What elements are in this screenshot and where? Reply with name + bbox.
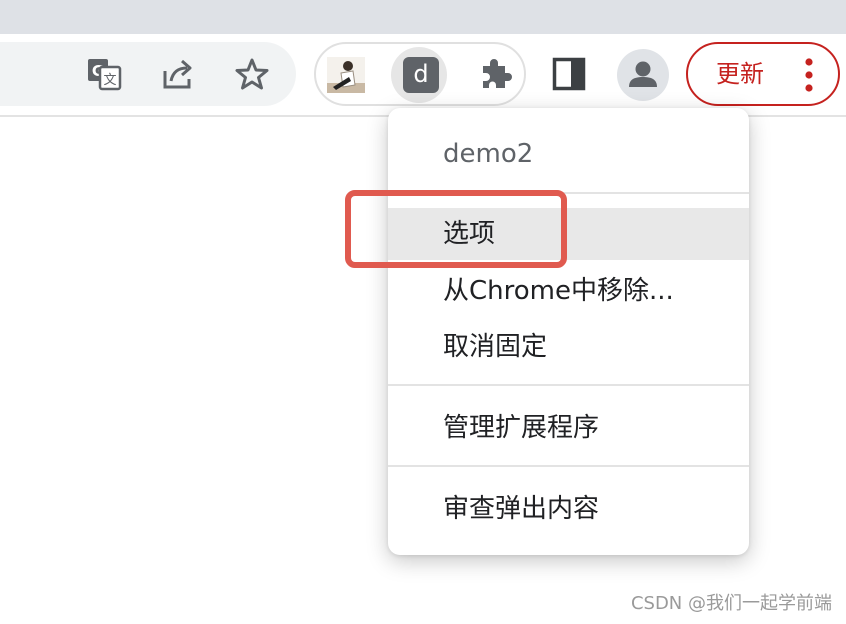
menu-title: demo2 [443, 139, 534, 169]
update-button[interactable]: 更新 [686, 42, 840, 106]
update-button-label: 更新 [716, 60, 764, 88]
menu-separator [388, 465, 749, 467]
menu-item-unpin[interactable]: 取消固定 [388, 321, 749, 373]
extensions-puzzle-icon[interactable] [474, 54, 514, 94]
translate-icon[interactable]: G 文 [84, 56, 124, 92]
menu-separator [388, 384, 749, 386]
bookmark-star-icon[interactable] [232, 54, 272, 94]
menu-item-manage-extensions[interactable]: 管理扩展程序 [388, 402, 749, 454]
annotation-highlight-box [345, 190, 567, 268]
extension-d-icon[interactable]: d [403, 57, 439, 93]
extension-context-menu: demo2 选项 从Chrome中移除... 取消固定 管理扩展程序 审查弹出内… [388, 108, 749, 555]
share-icon[interactable] [158, 54, 198, 94]
watermark: CSDN @我们一起学前端 [630, 593, 832, 614]
extension-thumbnail-icon[interactable] [326, 56, 366, 94]
profile-avatar-icon[interactable] [621, 53, 665, 97]
svg-text:文: 文 [103, 73, 116, 88]
more-vert-icon[interactable] [798, 56, 820, 94]
menu-item-remove-from-chrome[interactable]: 从Chrome中移除... [388, 265, 749, 317]
side-panel-icon[interactable] [550, 56, 588, 92]
menu-item-inspect-popup[interactable]: 审查弹出内容 [388, 483, 749, 535]
tab-strip [0, 0, 846, 34]
